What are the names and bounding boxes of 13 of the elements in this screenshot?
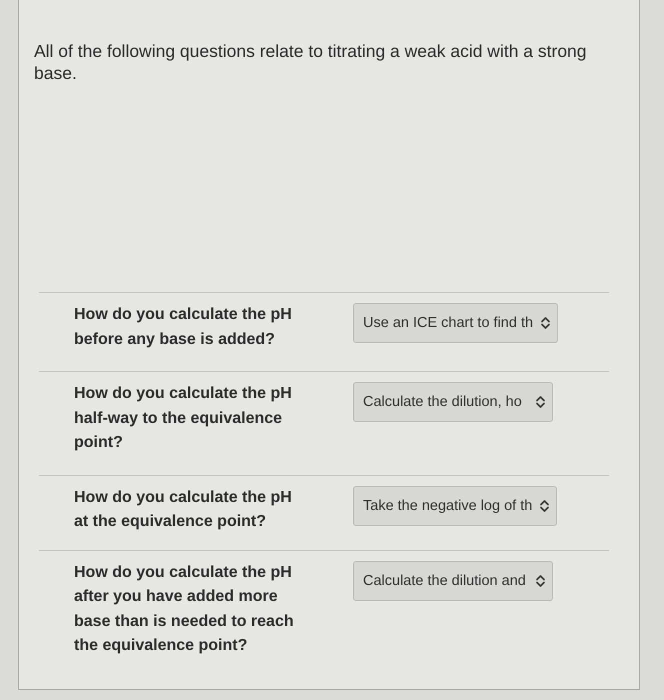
answer-dropdown[interactable]: Calculate the dilution, ho bbox=[353, 382, 553, 422]
question-text: How do you calculate the pH at the equivalence point? bbox=[74, 488, 293, 532]
question-text: How do you calculate the pH half-way to the equivalence point? bbox=[74, 384, 293, 453]
answer-dropdown[interactable]: Use an ICE chart to find th bbox=[353, 303, 558, 343]
up-down-chevron-icon bbox=[540, 500, 550, 512]
up-down-chevron-icon bbox=[536, 396, 545, 408]
up-down-chevron-icon bbox=[536, 574, 545, 586]
instructions-text: All of the following questions relate to titrating a weak acid with a strong base. bbox=[34, 40, 588, 84]
question-text: How do you calculate the pH after you have added more base than is needed to reach the equivalence point? bbox=[74, 562, 295, 656]
answer-dropdown[interactable]: Take the negative log of th bbox=[353, 486, 558, 526]
answer-dropdown[interactable]: Calculate the dilution and bbox=[353, 560, 553, 600]
question-text: How do you calculate the pH before any base is added? bbox=[74, 305, 293, 350]
up-down-chevron-icon bbox=[541, 317, 550, 329]
